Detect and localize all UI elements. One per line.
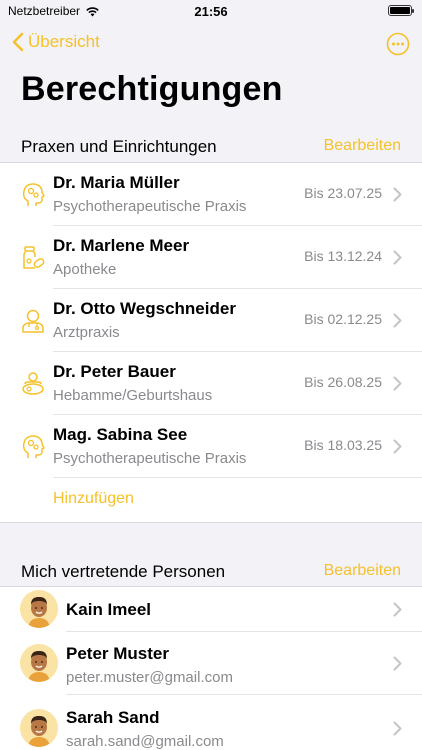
- representatives-section-title: Mich vertretende Personen: [21, 562, 226, 581]
- avatar: [20, 644, 58, 682]
- add-practice-button[interactable]: Hinzufügen: [53, 490, 134, 508]
- page-title: Berechtigungen: [21, 70, 283, 108]
- practice-type: Apotheke: [53, 261, 117, 278]
- practice-row[interactable]: Dr. Peter Bauer Hebamme/Geburtshaus Bis …: [0, 352, 422, 415]
- person-email: sarah.sand@gmail.com: [66, 733, 224, 750]
- doctor-icon: [22, 309, 44, 333]
- avatar: [20, 709, 58, 747]
- person-avatar-icon: [20, 590, 58, 628]
- chevron-right-icon: [393, 602, 402, 617]
- representatives-list: Kain Imeel Peter Muster peter.muster@gma…: [0, 586, 422, 750]
- add-practice-row: Hinzufügen: [0, 478, 422, 522]
- practice-row[interactable]: Dr. Marlene Meer Apotheke Bis 13.12.24: [0, 226, 422, 289]
- practice-name: Dr. Otto Wegschneider: [53, 299, 236, 318]
- avatar: [20, 590, 58, 628]
- practice-name: Mag. Sabina See: [53, 425, 188, 444]
- back-button[interactable]: Übersicht: [12, 32, 100, 52]
- status-time: 21:56: [194, 4, 228, 19]
- practice-row[interactable]: Dr. Otto Wegschneider Arztpraxis Bis 02.…: [0, 289, 422, 352]
- chevron-right-icon: [393, 376, 402, 391]
- back-label: Übersicht: [28, 32, 100, 51]
- practice-type: Hebamme/Geburtshaus: [53, 387, 213, 404]
- representatives-edit-button[interactable]: Bearbeiten: [324, 562, 401, 580]
- person-name: Sarah Sand: [66, 708, 160, 727]
- pharmacy-bottle-icon: [23, 246, 45, 269]
- more-options-icon[interactable]: [386, 32, 410, 56]
- chevron-right-icon: [393, 656, 402, 671]
- head-gears-icon: [22, 183, 45, 206]
- practice-name: Dr. Maria Müller: [53, 173, 180, 192]
- practice-valid-until: Bis 26.08.25: [304, 374, 382, 390]
- practice-row[interactable]: Mag. Sabina See Psychotherapeutische Pra…: [0, 415, 422, 478]
- practice-name: Dr. Marlene Meer: [53, 236, 190, 255]
- battery-icon: [388, 5, 414, 16]
- representatives-section-header: Mich vertretende Personen Bearbeiten: [0, 558, 422, 586]
- chevron-right-icon: [393, 250, 402, 265]
- navigation-bar: Übersicht: [0, 28, 422, 60]
- person-email: peter.muster@gmail.com: [66, 669, 233, 686]
- person-avatar-icon: [20, 709, 58, 747]
- practice-type: Arztpraxis: [53, 324, 120, 341]
- person-row[interactable]: Peter Muster peter.muster@gmail.com: [0, 632, 422, 695]
- practice-valid-until: Bis 18.03.25: [304, 437, 382, 453]
- practice-type: Psychotherapeutische Praxis: [53, 198, 247, 215]
- practices-edit-button[interactable]: Bearbeiten: [324, 137, 401, 155]
- practice-row[interactable]: Dr. Maria Müller Psychotherapeutische Pr…: [0, 163, 422, 226]
- chevron-right-icon: [393, 313, 402, 328]
- person-row[interactable]: Kain Imeel: [0, 587, 422, 632]
- practice-valid-until: Bis 23.07.25: [304, 185, 382, 201]
- person-avatar-icon: [20, 644, 58, 682]
- practices-section-title: Praxen und Einrichtungen: [21, 137, 217, 156]
- practice-valid-until: Bis 13.12.24: [304, 248, 382, 264]
- chevron-right-icon: [393, 439, 402, 454]
- midwife-icon: [22, 372, 44, 395]
- chevron-right-icon: [393, 721, 402, 736]
- person-row[interactable]: Sarah Sand sarah.sand@gmail.com: [0, 695, 422, 750]
- practices-list: Dr. Maria Müller Psychotherapeutische Pr…: [0, 162, 422, 523]
- person-name: Peter Muster: [66, 644, 169, 663]
- chevron-left-icon: [12, 32, 24, 52]
- person-name: Kain Imeel: [66, 600, 152, 619]
- practice-name: Dr. Peter Bauer: [53, 362, 176, 381]
- practices-section-header: Praxen und Einrichtungen Bearbeiten: [0, 133, 422, 161]
- practice-valid-until: Bis 02.12.25: [304, 311, 382, 327]
- status-bar: Netzbetreiber 21:56: [0, 0, 422, 24]
- practice-type: Psychotherapeutische Praxis: [53, 450, 247, 467]
- chevron-right-icon: [393, 187, 402, 202]
- head-gears-icon: [22, 435, 45, 458]
